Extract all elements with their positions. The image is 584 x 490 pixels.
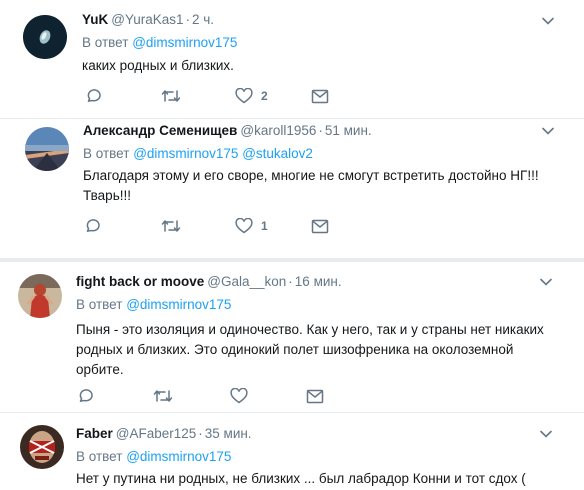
reply-prefix: В ответ [76,297,123,312]
tweet-1[interactable]: YuK @YuraKas1 · 2 ч. В ответ @dimsmirnov175… [0,0,584,118]
mention-link[interactable]: @dimsmirnov175 [126,297,231,312]
envelope-icon [306,389,324,403]
mention-link[interactable]: @dimsmirnov175 [126,449,231,464]
tweet-text: Нет у путина ни родных, не близких ... б… [76,471,526,486]
tweet-header: Александр Семенищев @karoll1956 · 51 мин. [83,122,372,140]
separator-dot: · [198,426,203,441]
dm-button[interactable] [311,86,329,106]
reply-prefix: В ответ [83,146,130,161]
retweet-button[interactable] [161,216,181,236]
reply-icon [86,219,100,232]
tweet-3[interactable]: fight back or moove @Gala__kon · 16 мин. В … [0,262,584,412]
reply-context: В ответ @dimsmirnov175 [76,448,231,466]
heart-icon [235,88,253,104]
avatar-image [20,425,64,469]
avatar-image [23,15,67,59]
chevron-down-icon[interactable] [539,277,553,287]
author-handle[interactable]: @YuraKas1 [111,12,183,27]
reply-context: В ответ @dimsmirnov175 [82,34,237,52]
avatar[interactable] [18,274,62,318]
avatar-image [25,127,69,171]
reply-button[interactable] [76,386,94,406]
chevron-down-icon[interactable] [541,126,555,136]
reply-context: В ответ @dimsmirnov175 [76,296,231,314]
chevron-down-icon[interactable] [541,16,555,26]
reply-context: В ответ @dimsmirnov175 @stukalov2 [83,145,313,163]
author-handle[interactable]: @AFaber125 [116,426,197,441]
tweet-4[interactable]: Faber @AFaber125 · 35 мин. В ответ @dimsmir… [0,413,584,490]
heart-icon [235,218,253,234]
like-button[interactable]: 2 [235,86,268,106]
separator-dot: · [288,274,293,289]
retweet-icon [161,90,181,102]
reply-prefix: В ответ [76,449,123,464]
avatar[interactable] [20,425,64,469]
author-name[interactable]: fight back or moove [76,274,204,289]
tweet-text: Благодаря этому и его своре, многие не с… [83,168,539,203]
avatar-image [18,274,62,318]
separator-dot: · [185,12,191,27]
reply-button[interactable] [83,216,101,236]
reply-prefix: В ответ [82,35,129,50]
retweet-button[interactable] [161,86,181,106]
avatar[interactable] [25,127,69,171]
author-handle[interactable]: @Gala__kon [207,274,286,289]
author-name[interactable]: YuK [82,12,108,27]
timestamp[interactable]: 16 мин. [295,274,342,289]
chevron-down-icon[interactable] [539,429,553,439]
dm-button[interactable] [306,386,324,406]
avatar[interactable] [23,15,67,59]
dm-button[interactable] [311,216,329,236]
mention-link[interactable]: @dimsmirnov175 [133,146,238,161]
envelope-icon [311,219,329,233]
mention-link[interactable]: @dimsmirnov175 [132,35,237,50]
separator-dot: · [318,123,323,138]
timestamp[interactable]: 51 мин. [325,123,372,138]
heart-icon [230,388,248,404]
like-button[interactable] [230,386,248,406]
tweet-header: Faber @AFaber125 · 35 мин. [76,425,252,443]
retweet-button[interactable] [153,386,173,406]
tweet-header: fight back or moove @Gala__kon · 16 мин. [76,273,342,291]
author-handle[interactable]: @karoll1956 [240,123,316,138]
reply-icon [79,389,93,402]
author-name[interactable]: Faber [76,426,113,441]
tweet-text: каких родных и близких. [82,58,234,73]
like-count: 1 [261,219,268,233]
mention-link[interactable]: @stukalov2 [242,146,313,161]
timestamp[interactable]: 2 ч. [192,12,214,27]
timestamp[interactable]: 35 мин. [205,426,252,441]
tweet-2[interactable]: Александр Семенищев @karoll1956 · 51 мин. В… [0,119,584,258]
envelope-icon [311,89,329,103]
retweet-icon [161,220,181,232]
retweet-icon [153,390,173,402]
reply-button[interactable] [84,86,102,106]
like-button[interactable]: 1 [235,216,268,236]
reply-icon [87,89,101,102]
tweet-header: YuK @YuraKas1 · 2 ч. [82,11,214,29]
tweet-text: Пыня - это изоляция и одиночество. Как у… [76,322,544,377]
author-name[interactable]: Александр Семенищев [83,123,237,138]
like-count: 2 [261,89,268,103]
